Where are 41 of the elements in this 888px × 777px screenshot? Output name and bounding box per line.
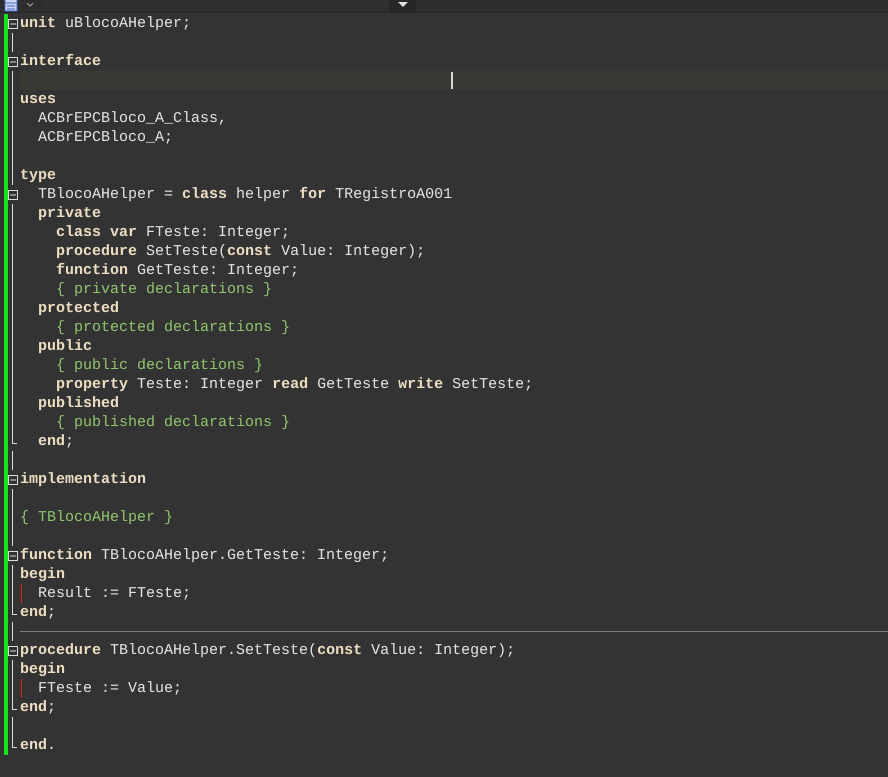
code-line: function GetTeste: Integer;	[55, 261, 300, 280]
collapse-icon[interactable]	[8, 646, 18, 656]
code-line: end;	[20, 698, 56, 717]
code-line: TBlocoAHelper = class helper for TRegistroA001	[37, 185, 452, 204]
code-line: public	[37, 337, 92, 356]
code-line: implementation	[20, 470, 146, 489]
code-line: interface	[20, 52, 102, 71]
collapse-icon[interactable]	[8, 56, 18, 66]
chevron-down-icon[interactable]	[26, 2, 34, 8]
code-line: FTeste := Value;	[37, 679, 182, 698]
collapse-icon[interactable]	[8, 550, 18, 560]
code-line: class var FTeste: Integer;	[55, 223, 290, 242]
code-line: begin	[20, 565, 66, 584]
code-line: unit uBlocoAHelper;	[20, 14, 192, 33]
code-line: end;	[37, 432, 74, 451]
code-line: end.	[20, 736, 56, 755]
code-line: procedure TBlocoAHelper.SetTeste(const Value: Integer);	[20, 641, 516, 660]
collapse-icon[interactable]	[8, 474, 18, 484]
code-line: published	[37, 394, 120, 413]
code-line: uses	[20, 90, 56, 109]
code-line: ACBrEPCBloco_A_Class,	[37, 109, 228, 128]
dropdown-button[interactable]	[389, 0, 416, 12]
code-line: { public declarations }	[55, 356, 264, 375]
document-icon[interactable]	[4, 0, 18, 12]
code-line: private	[37, 204, 102, 223]
code-line: begin	[20, 660, 66, 679]
code-line: ACBrEPCBloco_A;	[37, 128, 174, 147]
code-line: procedure SetTeste(const Value: Integer);	[55, 242, 426, 261]
code-line: end;	[20, 603, 56, 622]
code-line: property Teste: Integer read GetTeste write SetTeste;	[55, 375, 534, 394]
caret-icon	[398, 2, 408, 8]
code-line: type	[20, 166, 56, 185]
code-line: { private declarations }	[55, 280, 272, 299]
code-line: { protected declarations }	[55, 318, 290, 337]
code-line: protected	[37, 299, 120, 318]
code-line: { published declarations }	[55, 413, 290, 432]
code-line: Result := FTeste;	[37, 584, 192, 603]
code-line: { TBlocoAHelper }	[20, 508, 174, 527]
collapse-icon[interactable]	[8, 190, 18, 200]
code-line: function TBlocoAHelper.GetTeste: Integer;	[20, 546, 390, 565]
collapse-icon[interactable]	[8, 18, 18, 28]
